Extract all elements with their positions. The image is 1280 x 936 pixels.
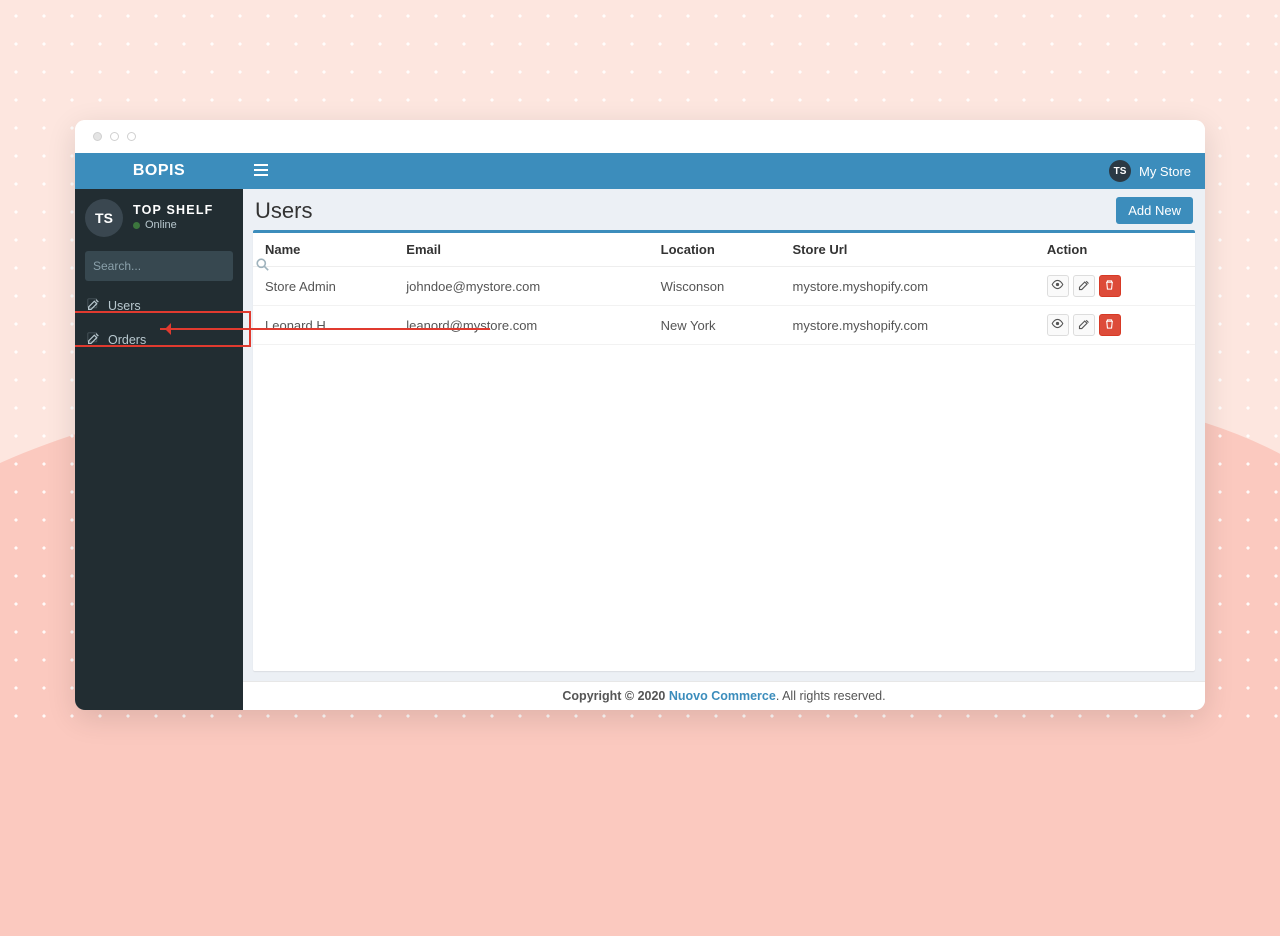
sidebar-item-label: Users <box>108 299 141 313</box>
sidebar-toggle[interactable] <box>243 153 279 189</box>
sidebar-nav: Users Orders <box>75 289 243 357</box>
cell-location: New York <box>649 306 781 345</box>
traffic-light-max <box>127 132 136 141</box>
sidebar-search <box>85 251 233 281</box>
window-titlebar <box>75 120 1205 153</box>
edit-button[interactable] <box>1073 314 1095 336</box>
col-action: Action <box>1035 233 1195 267</box>
col-location: Location <box>649 233 781 267</box>
edit-icon <box>87 298 100 314</box>
view-button[interactable] <box>1047 275 1069 297</box>
users-panel: Name Email Location Store Url Action Sto… <box>253 230 1195 671</box>
traffic-light-min <box>110 132 119 141</box>
search-input[interactable] <box>85 259 256 273</box>
col-email: Email <box>394 233 648 267</box>
cell-email: johndoe@mystore.com <box>394 267 648 306</box>
eye-icon <box>1051 278 1064 294</box>
status-dot-icon <box>133 222 140 229</box>
sidebar-item-orders[interactable]: Orders <box>75 323 243 357</box>
cell-url: mystore.myshopify.com <box>781 267 1035 306</box>
sidebar-item-users[interactable]: Users <box>75 289 243 323</box>
cell-email: leanord@mystore.com <box>394 306 648 345</box>
sidebar: TS TOP SHELF Online <box>75 189 243 710</box>
cell-actions <box>1035 306 1195 345</box>
users-table: Name Email Location Store Url Action Sto… <box>253 233 1195 345</box>
cell-actions <box>1035 267 1195 306</box>
page-title: Users <box>255 198 312 224</box>
edit-icon <box>87 332 100 348</box>
sidebar-item-label: Orders <box>108 333 146 347</box>
brand-logo: BOPIS <box>75 153 243 189</box>
delete-button[interactable] <box>1099 275 1121 297</box>
browser-window: BOPIS TS My Store TS TOP SHELF <box>75 120 1205 710</box>
table-row: Store Adminjohndoe@mystore.comWisconsonm… <box>253 267 1195 306</box>
trash-icon <box>1104 279 1115 294</box>
table-row: Leonard Hleanord@mystore.comNew Yorkmyst… <box>253 306 1195 345</box>
pencil-icon <box>1078 318 1090 333</box>
traffic-light-close <box>93 132 102 141</box>
main-content: Users Add New Name Email Location Store … <box>243 189 1205 710</box>
col-url: Store Url <box>781 233 1035 267</box>
view-button[interactable] <box>1047 314 1069 336</box>
hamburger-icon <box>254 164 268 179</box>
store-switcher[interactable]: TS My Store <box>1095 153 1205 189</box>
sidebar-user-status: Online <box>133 219 214 233</box>
sidebar-user-panel: TS TOP SHELF Online <box>75 189 243 247</box>
cell-name: Leonard H <box>253 306 394 345</box>
pencil-icon <box>1078 279 1090 294</box>
cell-name: Store Admin <box>253 267 394 306</box>
search-icon[interactable] <box>256 258 269 274</box>
store-avatar: TS <box>1109 160 1131 182</box>
eye-icon <box>1051 317 1064 333</box>
delete-button[interactable] <box>1099 314 1121 336</box>
add-new-button[interactable]: Add New <box>1116 197 1193 224</box>
trash-icon <box>1104 318 1115 333</box>
sidebar-user-name: TOP SHELF <box>133 203 214 219</box>
footer-link[interactable]: Nuovo Commerce <box>669 689 776 703</box>
footer: Copyright © 2020 Nuovo Commerce. All rig… <box>243 681 1205 710</box>
cell-location: Wisconson <box>649 267 781 306</box>
cell-url: mystore.myshopify.com <box>781 306 1035 345</box>
top-nav: BOPIS TS My Store <box>75 153 1205 189</box>
edit-button[interactable] <box>1073 275 1095 297</box>
store-name: My Store <box>1139 164 1191 179</box>
col-name: Name <box>253 233 394 267</box>
avatar: TS <box>85 199 123 237</box>
